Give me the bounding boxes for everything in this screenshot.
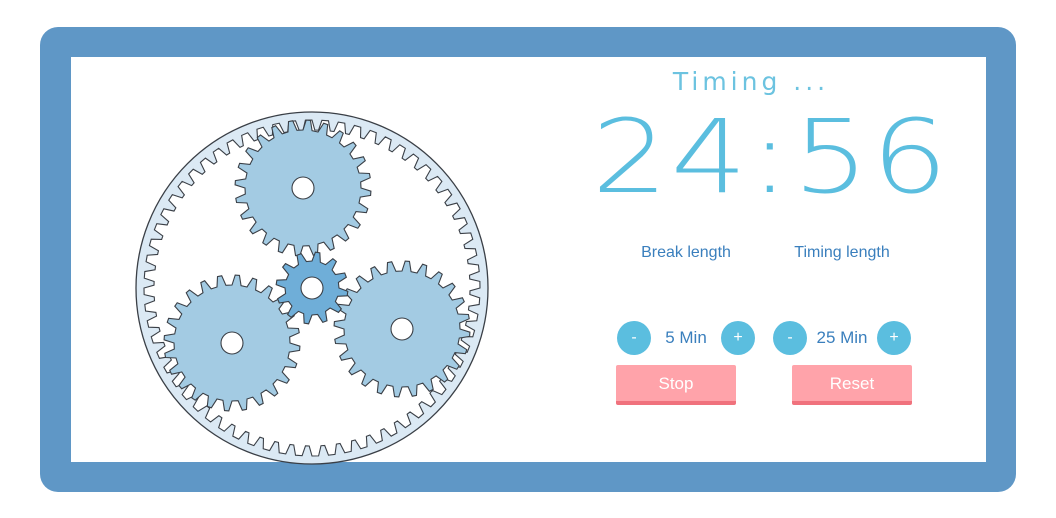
- break-length-value: 5 Min: [665, 328, 707, 347]
- planetary-gear-icon: [135, 111, 489, 465]
- timing-length-label: Timing length: [794, 244, 890, 261]
- timing-decrement-button[interactable]: -: [773, 321, 807, 355]
- timer-status: Timing ...: [672, 67, 830, 96]
- timer-display: 24:56: [591, 98, 951, 217]
- timing-length-value: 25 Min: [816, 328, 868, 347]
- break-decrement-button[interactable]: -: [617, 321, 651, 355]
- break-length-label: Break length: [641, 244, 731, 261]
- stop-button[interactable]: Stop: [616, 365, 736, 405]
- break-increment-button[interactable]: +: [721, 321, 755, 355]
- timing-increment-button[interactable]: +: [877, 321, 911, 355]
- timer-panel: Timing ... 24:56 Break length Timing len…: [71, 57, 986, 465]
- reset-button[interactable]: Reset: [792, 365, 912, 405]
- app-frame: Timing ... 24:56 Break length Timing len…: [40, 27, 1016, 492]
